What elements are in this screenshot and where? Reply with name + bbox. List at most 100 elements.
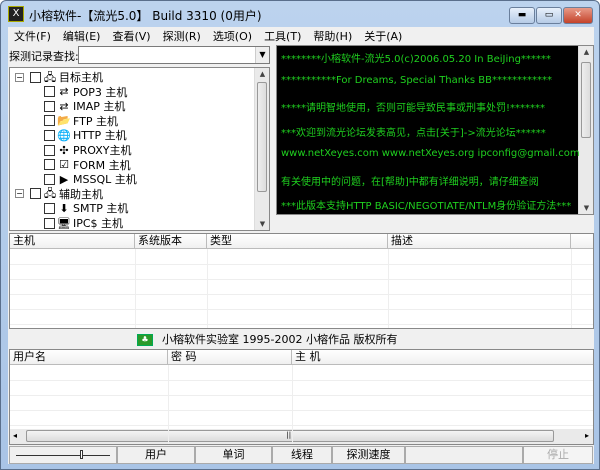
tree-node[interactable]: 🖥 IPC$ 主机 bbox=[44, 216, 123, 230]
scroll-left-icon[interactable]: ◂ bbox=[13, 431, 17, 440]
col-host[interactable]: 主机 bbox=[10, 234, 135, 249]
status-empty bbox=[405, 446, 523, 464]
ftp-icon: 📂 bbox=[57, 114, 71, 128]
scroll-down-icon[interactable]: ▼ bbox=[255, 220, 269, 228]
host-tree: ▲ ▼ − 🖧 目标主机 ⇄ POP3 主机 ⇄ IMAP 主机 📂 FTP 主机 🌐 HTTP 主机… bbox=[9, 67, 270, 231]
tree-node-label: FORM 主机 bbox=[73, 158, 131, 172]
menu-options[interactable]: 选项(O) bbox=[207, 27, 258, 44]
tree-node-label: IMAP 主机 bbox=[73, 100, 126, 114]
checkbox[interactable] bbox=[44, 129, 55, 141]
col-description[interactable]: 描述 bbox=[388, 234, 571, 249]
col-host[interactable]: 主 机 bbox=[292, 350, 593, 365]
grid-line bbox=[207, 249, 208, 328]
grid-line bbox=[10, 395, 593, 396]
checkbox[interactable] bbox=[44, 100, 55, 112]
users-hscrollbar[interactable]: ◂ ||| ▸ bbox=[10, 429, 593, 444]
pop3-icon: ⇄ bbox=[59, 85, 69, 99]
slider-thumb[interactable] bbox=[80, 450, 84, 459]
grid-line bbox=[168, 365, 169, 444]
menu-edit[interactable]: 编辑(E) bbox=[57, 27, 107, 44]
scroll-thumb[interactable]: ||| bbox=[26, 430, 554, 442]
scroll-thumb[interactable] bbox=[257, 82, 267, 192]
col-username[interactable]: 用户名 bbox=[10, 350, 168, 365]
tree-node-label: 目标主机 bbox=[59, 71, 103, 84]
scroll-up-icon[interactable]: ▲ bbox=[579, 48, 593, 56]
smtp-icon: ⬇ bbox=[59, 201, 69, 215]
tree-node[interactable]: − 🖧 目标主机 bbox=[15, 70, 103, 84]
tree-node-label: PROXY主机 bbox=[73, 144, 132, 157]
tree-node[interactable]: ▶ MSSQL 主机 bbox=[44, 172, 137, 186]
col-type[interactable]: 类型 bbox=[207, 234, 388, 249]
window-title: 小榕软件-【流光5.0】 Build 3310 (0用户) bbox=[29, 9, 262, 23]
close-button[interactable]: ✕ bbox=[563, 7, 593, 24]
checkbox[interactable] bbox=[44, 86, 55, 98]
console-line: ***此版本支持HTTP BASIC/NEGOTIATE/NTLM身份验证方法*… bbox=[281, 201, 572, 212]
console-line: 有关使用中的问题，在[帮助]中都有详细说明，请仔细查阅 bbox=[281, 176, 539, 188]
search-combo[interactable]: ▼ bbox=[78, 46, 270, 64]
menu-help[interactable]: 帮助(H) bbox=[307, 27, 358, 44]
grid-line bbox=[10, 324, 593, 325]
menu-tools[interactable]: 工具(T) bbox=[258, 27, 307, 44]
banner-text: 小榕软件实验室 1995-2002 小榕作品 版权所有 bbox=[162, 333, 398, 346]
menu-view[interactable]: 查看(V) bbox=[106, 27, 156, 44]
client-area: 文件(F) 编辑(E) 查看(V) 探测(R) 选项(O) 工具(T) 帮助(H… bbox=[8, 27, 594, 464]
checkbox[interactable] bbox=[44, 217, 55, 229]
network-hosts-icon: 🖧 bbox=[43, 70, 57, 84]
tree-logo-icon: ♣ bbox=[137, 334, 153, 346]
stop-button[interactable]: 停止 bbox=[523, 446, 593, 464]
tree-node-label: MSSQL 主机 bbox=[73, 173, 137, 187]
checkbox[interactable] bbox=[44, 115, 55, 127]
network-hosts-icon: 🖧 bbox=[43, 187, 57, 201]
grid-line bbox=[10, 425, 593, 426]
tree-node[interactable]: − 🖧 辅助主机 bbox=[15, 187, 103, 201]
checkbox[interactable] bbox=[30, 188, 41, 200]
grid-line bbox=[10, 294, 593, 295]
app-icon: X bbox=[8, 6, 24, 22]
collapse-icon[interactable]: − bbox=[15, 189, 24, 199]
tree-node[interactable]: ⇄ POP3 主机 bbox=[44, 85, 127, 99]
console-output: ▲ ▼ ********小榕软件-流光5.0(c)2006.05.20 In Be… bbox=[276, 45, 594, 215]
grid-line bbox=[388, 249, 389, 328]
menu-about[interactable]: 关于(A) bbox=[358, 27, 408, 44]
collapse-icon[interactable]: − bbox=[15, 72, 24, 82]
checkbox[interactable] bbox=[44, 144, 55, 156]
checkbox[interactable] bbox=[44, 202, 55, 214]
status-words: 单词 bbox=[195, 446, 272, 464]
tree-node[interactable]: ✣ PROXY主机 bbox=[44, 143, 132, 157]
users-table: 用户名 密 码 主 机 ◂ ||| ▸ bbox=[9, 349, 594, 445]
speed-slider[interactable] bbox=[9, 446, 117, 464]
col-password[interactable]: 密 码 bbox=[168, 350, 292, 365]
checkbox[interactable] bbox=[44, 159, 55, 171]
scroll-thumb[interactable] bbox=[581, 62, 591, 138]
scroll-right-icon[interactable]: ▸ bbox=[585, 431, 589, 440]
ipc-icon: 🖥 bbox=[57, 216, 71, 230]
minimize-button[interactable]: ▬ bbox=[509, 7, 535, 24]
scroll-down-icon[interactable]: ▼ bbox=[579, 204, 593, 212]
tree-node[interactable]: 📂 FTP 主机 bbox=[44, 114, 118, 128]
tree-node[interactable]: ⇄ IMAP 主机 bbox=[44, 99, 125, 113]
status-speed: 探测速度 bbox=[332, 446, 405, 464]
grid-line bbox=[10, 380, 593, 381]
menu-probe[interactable]: 探测(R) bbox=[157, 27, 207, 44]
col-os-version[interactable]: 系统版本 bbox=[135, 234, 207, 249]
grid-line bbox=[10, 264, 593, 265]
hosts-table: 主机 系统版本 类型 描述 bbox=[9, 233, 594, 329]
scroll-up-icon[interactable]: ▲ bbox=[255, 70, 269, 78]
console-scrollbar[interactable]: ▲ ▼ bbox=[578, 46, 593, 214]
menu-file[interactable]: 文件(F) bbox=[8, 27, 57, 44]
checkbox[interactable] bbox=[44, 173, 55, 185]
maximize-button[interactable]: ▭ bbox=[536, 7, 562, 24]
menu-bar: 文件(F) 编辑(E) 查看(V) 探测(R) 选项(O) 工具(T) 帮助(H… bbox=[8, 27, 594, 44]
imap-icon: ⇄ bbox=[59, 99, 69, 113]
tree-node[interactable]: ☑ FORM 主机 bbox=[44, 158, 131, 172]
chevron-down-icon[interactable]: ▼ bbox=[255, 47, 269, 63]
tree-node-label: HTTP 主机 bbox=[73, 129, 127, 143]
tree-node[interactable]: ⬇ SMTP 主机 bbox=[44, 201, 128, 215]
tree-scrollbar[interactable]: ▲ ▼ bbox=[254, 68, 269, 230]
checkbox[interactable] bbox=[30, 71, 41, 83]
copyright-banner: ♣ 小榕软件实验室 1995-2002 小榕作品 版权所有 bbox=[9, 331, 593, 349]
proxy-icon: ✣ bbox=[59, 143, 69, 157]
search-label: 探测记录查找: bbox=[9, 50, 79, 63]
grid-line bbox=[135, 249, 136, 328]
tree-node[interactable]: 🌐 HTTP 主机 bbox=[44, 128, 127, 142]
